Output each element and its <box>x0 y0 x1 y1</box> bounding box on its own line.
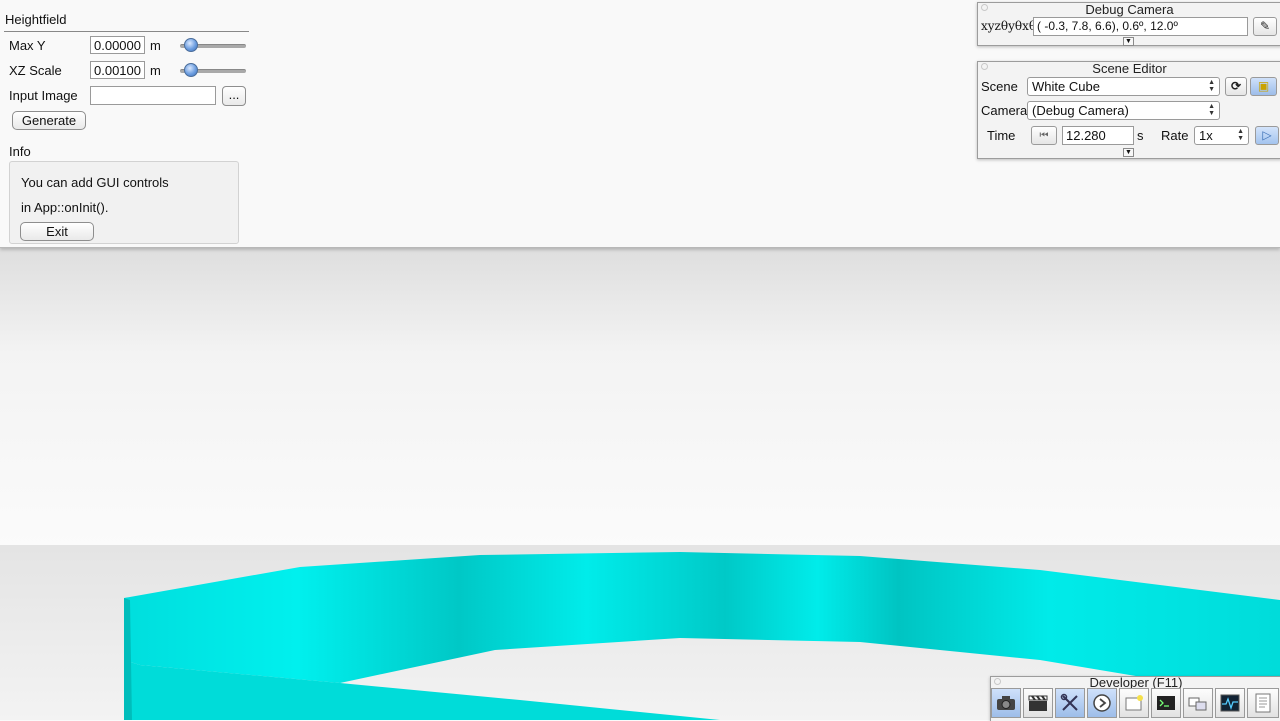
rate-label: Rate <box>1161 128 1189 143</box>
time-unit: s <box>1137 128 1144 143</box>
new-window-button[interactable] <box>1119 688 1149 718</box>
xz-scale-slider-knob[interactable] <box>183 63 198 77</box>
scene-editor-window: Scene Editor Scene White Cube ▲ ▼ ⟳ ▣ Cam… <box>977 61 1280 159</box>
heightfield-title: Heightfield <box>5 12 67 27</box>
collapse-arrow-icon[interactable]: ▼ <box>1123 148 1134 157</box>
time-label: Time <box>987 128 1016 143</box>
scene-dropdown[interactable]: White Cube ▲ ▼ <box>1027 77 1220 96</box>
camera-icon <box>997 696 1015 710</box>
scene-editor-toggle-button[interactable] <box>1023 688 1053 718</box>
profiler-icon <box>1220 694 1240 712</box>
xz-scale-label: XZ Scale <box>9 63 62 78</box>
rate-value: 1x <box>1199 128 1213 143</box>
log-button[interactable] <box>1247 688 1279 718</box>
copy-camera-button[interactable]: ✎ <box>1253 17 1277 36</box>
clapperboard-icon <box>1028 695 1048 711</box>
max-y-label: Max Y <box>9 38 46 53</box>
scene-label: Scene <box>981 79 1018 94</box>
dropdown-arrows-icon: ▲ ▼ <box>1237 128 1244 142</box>
xz-scale-unit: m <box>150 63 161 78</box>
info-line-1: You can add GUI controls <box>21 175 169 190</box>
eraser-icon: ✎ <box>1259 19 1271 33</box>
reload-scene-button[interactable]: ⟳ <box>1225 77 1247 96</box>
input-image-label: Input Image <box>9 88 78 103</box>
reset-time-button[interactable]: ⏮ <box>1031 126 1057 145</box>
scene-value: White Cube <box>1032 79 1100 94</box>
new-window-icon <box>1125 695 1143 711</box>
play-button[interactable]: ▷ <box>1255 126 1279 145</box>
max-y-field[interactable]: 0.00000 <box>90 36 145 54</box>
max-y-unit: m <box>150 38 161 53</box>
rewind-icon: ⏮ <box>1039 130 1049 141</box>
log-icon <box>1255 693 1271 713</box>
info-line-2: in App::onInit(). <box>21 200 109 215</box>
camera-dropdown[interactable]: (Debug Camera) ▲ ▼ <box>1027 101 1220 120</box>
exit-button[interactable]: Exit <box>20 222 94 241</box>
speedometer-icon <box>1093 694 1111 712</box>
info-box: You can add GUI controls in App::onInit(… <box>9 161 239 244</box>
window-manager-button[interactable] <box>1183 688 1213 718</box>
camera-value: (Debug Camera) <box>1032 103 1129 118</box>
lock-icon: ▣ <box>1257 79 1270 93</box>
window-manager-icon <box>1188 697 1207 711</box>
lock-scene-button[interactable]: ▣ <box>1250 77 1277 96</box>
input-image-field[interactable] <box>90 86 216 105</box>
xz-scale-field[interactable]: 0.00100 <box>90 61 145 79</box>
play-icon: ▷ <box>1262 128 1272 142</box>
collapse-arrow-icon[interactable]: ▼ <box>1123 37 1134 46</box>
time-field[interactable]: 12.280 <box>1062 126 1134 145</box>
camera-label: Camera <box>981 103 1028 118</box>
rate-dropdown[interactable]: 1x ▲ ▼ <box>1194 126 1249 145</box>
max-y-slider-knob[interactable] <box>183 38 198 52</box>
speed-button[interactable] <box>1087 688 1117 718</box>
terminal-icon <box>1157 696 1175 710</box>
dropdown-arrows-icon: ▲ ▼ <box>1208 103 1215 117</box>
profiler-button[interactable] <box>1215 688 1245 718</box>
camera-coords-field[interactable]: ( -0.3, 7.8, 6.6), 0.6º, 12.0º <box>1033 17 1248 36</box>
browse-button[interactable]: ... <box>222 86 246 106</box>
generate-button[interactable]: Generate <box>12 111 86 130</box>
dropdown-arrows-icon: ▲ ▼ <box>1208 79 1215 93</box>
tools-icon <box>1060 693 1078 711</box>
camera-button[interactable] <box>991 688 1021 718</box>
debug-camera-title: Debug Camera <box>1085 2 1174 17</box>
reload-icon: ⟳ <box>1230 79 1242 93</box>
scene-editor-title: Scene Editor <box>1092 61 1167 76</box>
debug-camera-window: Debug Camera xyzθyθxθz ( -0.3, 7.8, 6.6)… <box>977 2 1280 46</box>
info-title: Info <box>9 144 31 159</box>
heightfield-divider <box>4 31 249 32</box>
tools-button[interactable] <box>1055 688 1085 718</box>
console-button[interactable] <box>1151 688 1181 718</box>
